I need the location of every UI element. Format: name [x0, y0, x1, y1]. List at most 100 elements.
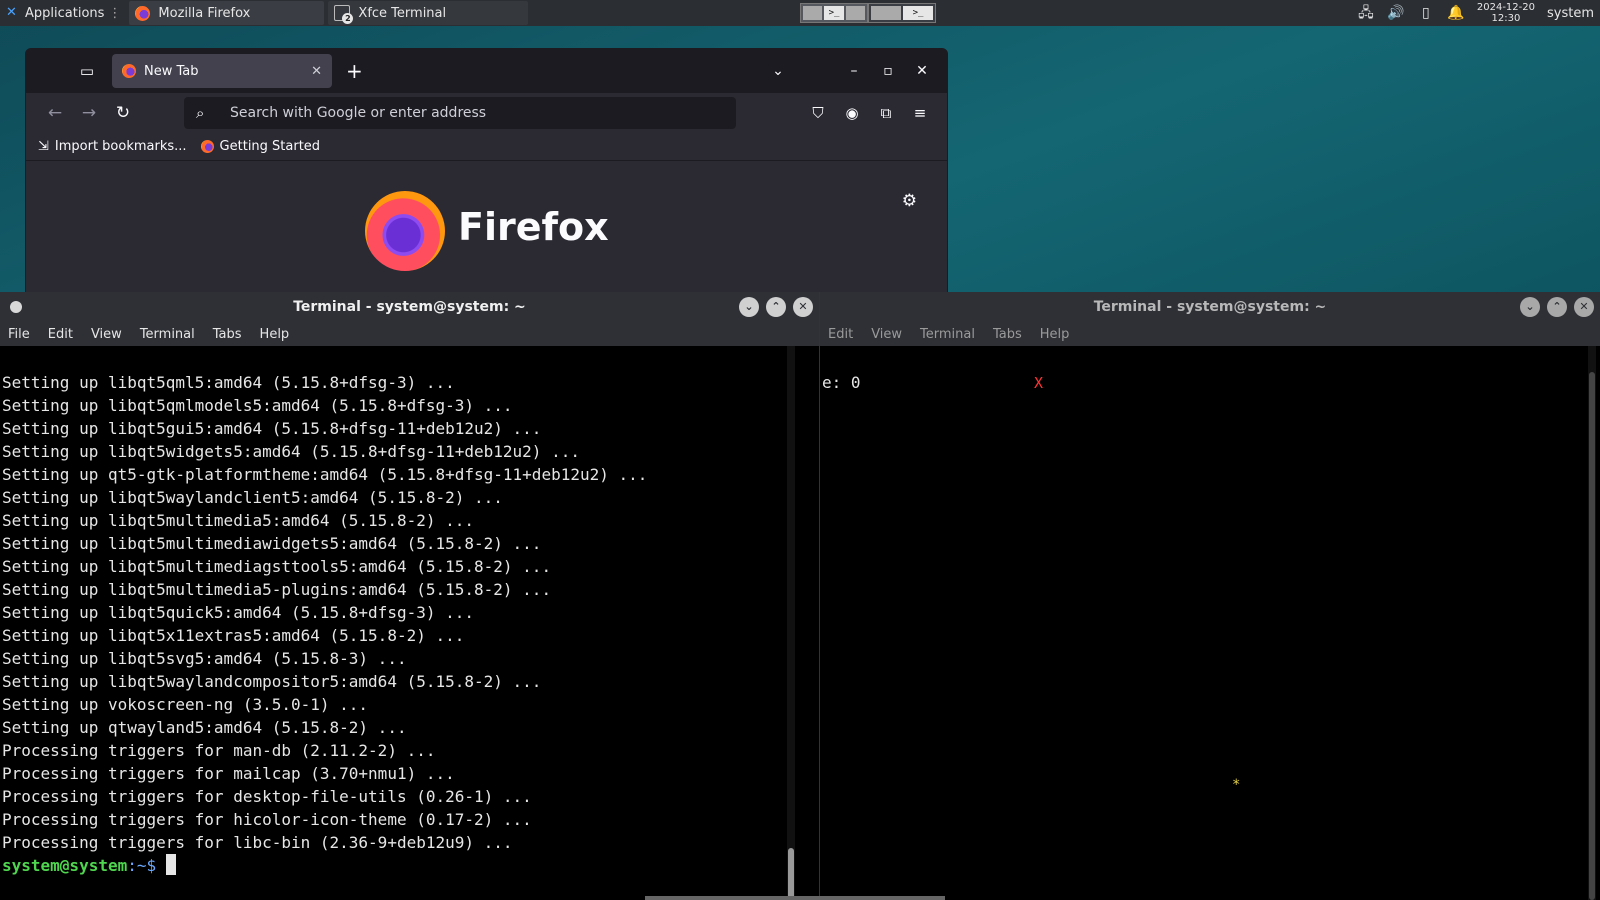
terminal-window-right: Terminal - system@system: ~ ⌄ ⌃ ✕ Edit V…: [820, 292, 1600, 900]
menu-help[interactable]: Help: [1040, 327, 1070, 342]
menu-edit[interactable]: Edit: [828, 327, 853, 342]
firefox-icon: [200, 140, 214, 153]
red-x-mark: X: [1034, 374, 1044, 392]
terminal-prompt-line: system@system:~$: [2, 854, 819, 877]
extensions-icon[interactable]: ⧉: [869, 104, 903, 122]
import-icon: ⇲: [38, 139, 49, 154]
maximize-icon[interactable]: ▫: [871, 63, 905, 79]
terminal-line: Setting up libqt5multimedia5-plugins:amd…: [2, 580, 552, 599]
menu-view[interactable]: View: [91, 327, 122, 342]
terminal-line: Processing triggers for libc-bin (2.36-9…: [2, 833, 513, 852]
battery-icon[interactable]: ▯: [1417, 5, 1435, 21]
close-window-icon[interactable]: ✕: [905, 63, 939, 79]
terminal-menu-bar: File Edit View Terminal Tabs Help: [0, 322, 819, 346]
terminal-line: Setting up libqt5qmlmodels5:amd64 (5.15.…: [2, 396, 513, 415]
menu-terminal[interactable]: Terminal: [920, 327, 975, 342]
maximize-icon[interactable]: ⌃: [766, 297, 786, 317]
minimize-icon[interactable]: ⌄: [739, 297, 759, 317]
notification-bell-icon[interactable]: 🔔: [1447, 5, 1465, 21]
menu-edit[interactable]: Edit: [48, 327, 73, 342]
maximize-icon[interactable]: ⌃: [1547, 297, 1567, 317]
clock[interactable]: 2024-12-20 12:30: [1477, 2, 1535, 24]
panel-separator-icon: ⋮: [108, 5, 122, 21]
bookmark-import[interactable]: ⇲ Import bookmarks...: [38, 139, 187, 154]
tab-new-tab[interactable]: New Tab ✕: [112, 54, 332, 88]
menu-tabs[interactable]: Tabs: [993, 327, 1022, 342]
close-icon[interactable]: ✕: [1574, 297, 1594, 317]
prompt-path: :~$: [127, 856, 157, 875]
account-icon[interactable]: ◉: [835, 104, 869, 122]
system-tray: 🖧 🔊 ▯ 🔔 2024-12-20 12:30 system: [1357, 0, 1600, 26]
terminal-title-bar[interactable]: Terminal - system@system: ~ ⌄ ⌃ ✕: [0, 292, 819, 322]
terminal-line: Processing triggers for man-db (2.11.2-2…: [2, 741, 436, 760]
taskbar-terminal[interactable]: 2 Xfce Terminal: [328, 1, 529, 25]
workspace-1-window: [803, 6, 823, 20]
network-icon[interactable]: 🖧: [1357, 5, 1375, 21]
bookmark-getting-started-label: Getting Started: [219, 139, 321, 154]
workspace-2-terminal: >_: [903, 6, 933, 20]
window-menu-icon[interactable]: [10, 301, 22, 313]
workspace-2[interactable]: >_: [868, 3, 936, 23]
window-controls: ⌄ – ▫ ✕: [761, 49, 939, 93]
back-arrow-icon[interactable]: ←: [38, 103, 72, 123]
terminal-menu-bar: Edit View Terminal Tabs Help: [820, 322, 1600, 346]
scrollbar-thumb[interactable]: [788, 848, 794, 900]
terminal-scrollbar[interactable]: [787, 346, 795, 900]
terminal-scrollbar[interactable]: [1588, 346, 1596, 900]
reload-icon[interactable]: ↻: [106, 103, 140, 123]
pocket-icon[interactable]: ⛉: [801, 104, 835, 122]
terminal-line: Setting up libqt5multimediagsttools5:amd…: [2, 557, 552, 576]
firefox-nav-bar: ← → ↻ ⌕ Search with Google or enter addr…: [26, 93, 947, 133]
prompt-user: system@system: [2, 856, 128, 875]
terminal-line: e: 0: [822, 373, 861, 392]
window-count-badge: 2: [342, 13, 354, 24]
top-panel: ✕ Applications ⋮ Mozilla Firefox 2 Xfce …: [0, 0, 1600, 26]
bookmark-import-label: Import bookmarks...: [54, 139, 187, 154]
terminal-line: Setting up qtwayland5:amd64 (5.15.8-2) .…: [2, 718, 407, 737]
user-menu[interactable]: system: [1547, 6, 1594, 21]
gear-icon[interactable]: ⚙: [902, 191, 917, 211]
bookmarks-toolbar: ⇲ Import bookmarks... Getting Started: [26, 133, 947, 161]
terminal-output[interactable]: e: 0 X *: [820, 346, 1600, 900]
minimize-icon[interactable]: –: [837, 63, 871, 79]
terminal-line: Setting up libqt5waylandcompositor5:amd6…: [2, 672, 542, 691]
firefox-logo-icon: [365, 191, 445, 271]
terminal-icon: 2: [334, 5, 354, 24]
terminal-line: Setting up libqt5svg5:amd64 (5.15.8-3) .…: [2, 649, 407, 668]
terminal-output[interactable]: Setting up libqt5qml5:amd64 (5.15.8+dfsg…: [0, 346, 819, 900]
firefox-window: ▭ New Tab ✕ + ⌄ – ▫ ✕ ← → ↻ ⌕ Search wit…: [25, 48, 948, 293]
terminal-line: Setting up libqt5quick5:amd64 (5.15.8+df…: [2, 603, 475, 622]
terminal-line: Setting up libqt5waylandclient5:amd64 (5…: [2, 488, 503, 507]
menu-terminal[interactable]: Terminal: [140, 327, 195, 342]
taskbar-firefox-label: Mozilla Firefox: [158, 5, 251, 21]
terminal-line: Processing triggers for desktop-file-uti…: [2, 787, 532, 806]
menu-help[interactable]: Help: [260, 327, 290, 342]
minimize-icon[interactable]: ⌄: [1520, 297, 1540, 317]
close-icon[interactable]: ✕: [793, 297, 813, 317]
chevron-down-icon[interactable]: ⌄: [761, 63, 795, 79]
menu-file[interactable]: File: [8, 327, 30, 342]
close-icon[interactable]: ✕: [311, 64, 322, 79]
volume-icon[interactable]: 🔊: [1387, 5, 1405, 21]
scrollbar-thumb[interactable]: [1589, 372, 1595, 900]
hamburger-menu-icon[interactable]: ≡: [903, 104, 937, 122]
terminal-line: Setting up libqt5gui5:amd64 (5.15.8+dfsg…: [2, 419, 542, 438]
new-tab-plus-icon[interactable]: +: [346, 61, 363, 81]
workspace-1[interactable]: >_: [800, 3, 868, 23]
workspace-2-window: [871, 6, 901, 20]
tab-title: New Tab: [144, 63, 199, 79]
bookmark-getting-started[interactable]: Getting Started: [200, 139, 321, 154]
firefox-view-icon[interactable]: ▭: [72, 56, 102, 86]
terminal-title: Terminal - system@system: ~: [293, 299, 526, 315]
address-bar[interactable]: ⌕ Search with Google or enter address: [184, 97, 736, 129]
text-cursor: [165, 854, 176, 875]
terminal-title-bar[interactable]: Terminal - system@system: ~ ⌄ ⌃ ✕: [820, 292, 1600, 322]
menu-view[interactable]: View: [871, 327, 902, 342]
applications-menu-button[interactable]: ✕ Applications ⋮: [0, 0, 127, 26]
horizontal-scroll-indicator: [645, 896, 945, 900]
forward-arrow-icon[interactable]: →: [72, 103, 106, 123]
taskbar-firefox[interactable]: Mozilla Firefox: [129, 1, 325, 25]
menu-tabs[interactable]: Tabs: [213, 327, 242, 342]
workspace-1-window-2: [845, 6, 865, 20]
firefox-icon: [122, 64, 136, 78]
